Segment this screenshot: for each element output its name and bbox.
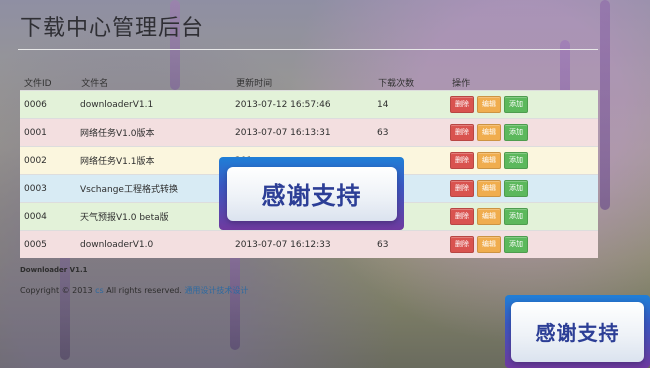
delete-button[interactable]: 删除 bbox=[450, 152, 474, 169]
cell-file-id: 0005 bbox=[24, 239, 47, 250]
cell-actions: 删除 编辑 添加 bbox=[450, 180, 598, 197]
cell-file-id: 0001 bbox=[24, 127, 47, 138]
lavender-stalk-5 bbox=[60, 240, 70, 360]
edit-button[interactable]: 编辑 bbox=[477, 236, 501, 253]
delete-button[interactable]: 删除 bbox=[450, 96, 474, 113]
cell-file-name: Vschange工程格式转换 bbox=[80, 185, 178, 195]
footer-app-version: Downloader V1.1 bbox=[20, 266, 88, 274]
delete-button[interactable]: 删除 bbox=[450, 180, 474, 197]
add-button[interactable]: 添加 bbox=[504, 180, 528, 197]
add-button[interactable]: 添加 bbox=[504, 152, 528, 169]
column-header-file-name: 文件名 bbox=[81, 78, 109, 89]
cell-file-name: downloaderV1.0 bbox=[80, 239, 154, 250]
thanks-badge-center: 感谢支持 bbox=[219, 157, 404, 230]
cell-update-time: 2013-07-07 16:12:33 bbox=[235, 239, 331, 250]
cell-file-name: 天气预报V1.0 beta版 bbox=[80, 213, 169, 223]
cell-actions: 删除 编辑 添加 bbox=[450, 152, 598, 169]
edit-button[interactable]: 编辑 bbox=[477, 96, 501, 113]
cell-file-name: downloaderV1.1 bbox=[80, 99, 154, 110]
thanks-badge-corner-inner: 感谢支持 bbox=[511, 301, 644, 362]
lavender-stalk-4 bbox=[230, 250, 240, 350]
edit-button[interactable]: 编辑 bbox=[477, 152, 501, 169]
delete-button[interactable]: 删除 bbox=[450, 236, 474, 253]
table-row: 0006 downloaderV1.1 2013-07-12 16:57:46 14 删… bbox=[20, 90, 598, 118]
add-button[interactable]: 添加 bbox=[504, 208, 528, 225]
table-header: 文件ID 文件名 更新时间 下载次数 操作 bbox=[20, 74, 598, 90]
title-divider bbox=[18, 49, 598, 50]
column-header-actions: 操作 bbox=[452, 78, 471, 89]
column-header-download-count: 下载次数 bbox=[378, 78, 415, 89]
rights-text: All rights reserved. bbox=[106, 286, 182, 295]
cell-file-id: 0002 bbox=[24, 155, 47, 166]
delete-button[interactable]: 删除 bbox=[450, 208, 474, 225]
page-title: 下载中心管理后台 bbox=[20, 16, 205, 41]
edit-button[interactable]: 编辑 bbox=[477, 180, 501, 197]
cell-actions: 删除 编辑 添加 bbox=[450, 236, 598, 253]
company-link[interactable]: cs bbox=[95, 286, 104, 295]
add-button[interactable]: 添加 bbox=[504, 96, 528, 113]
column-header-update-time: 更新时间 bbox=[236, 78, 273, 89]
designer-link[interactable]: 通用设计技术设计 bbox=[184, 286, 248, 295]
lavender-stalk-1 bbox=[600, 0, 610, 210]
cell-actions: 删除 编辑 添加 bbox=[450, 208, 598, 225]
cell-file-id: 0003 bbox=[24, 183, 47, 194]
cell-file-id: 0006 bbox=[24, 99, 47, 110]
table-row: 0005 downloaderV1.0 2013-07-07 16:12:33 63 删… bbox=[20, 230, 598, 258]
cell-file-name: 网络任务V1.0版本 bbox=[80, 129, 155, 139]
add-button[interactable]: 添加 bbox=[504, 236, 528, 253]
edit-button[interactable]: 编辑 bbox=[477, 124, 501, 141]
thanks-text-corner: 感谢支持 bbox=[535, 321, 620, 345]
cell-file-name: 网络任务V1.1版本 bbox=[80, 157, 155, 167]
edit-button[interactable]: 编辑 bbox=[477, 208, 501, 225]
thanks-text: 感谢支持 bbox=[261, 182, 362, 210]
thanks-badge-inner: 感谢支持 bbox=[226, 166, 397, 221]
cell-download-count: 14 bbox=[377, 99, 389, 110]
table-row: 0001 网络任务V1.0版本 2013-07-07 16:13:31 63 删除 编辑添… bbox=[20, 118, 598, 146]
cell-download-count: 63 bbox=[377, 127, 389, 138]
delete-button[interactable]: 删除 bbox=[450, 124, 474, 141]
cell-actions: 删除 编辑 添加 bbox=[450, 96, 598, 113]
cell-download-count: 63 bbox=[377, 239, 389, 250]
add-button[interactable]: 添加 bbox=[504, 124, 528, 141]
footer-copyright: Copyright © 2013 cs All rights reserved.… bbox=[20, 285, 248, 296]
copyright-text: Copyright © 2013 bbox=[20, 286, 93, 295]
thanks-badge-corner: 感谢支持 bbox=[505, 295, 650, 368]
cell-actions: 删除 编辑 添加 bbox=[450, 124, 598, 141]
cell-update-time: 2013-07-12 16:57:46 bbox=[235, 99, 331, 110]
cell-file-id: 0004 bbox=[24, 211, 47, 222]
cell-update-time: 2013-07-07 16:13:31 bbox=[235, 127, 331, 138]
column-header-file-id: 文件ID bbox=[24, 78, 52, 89]
